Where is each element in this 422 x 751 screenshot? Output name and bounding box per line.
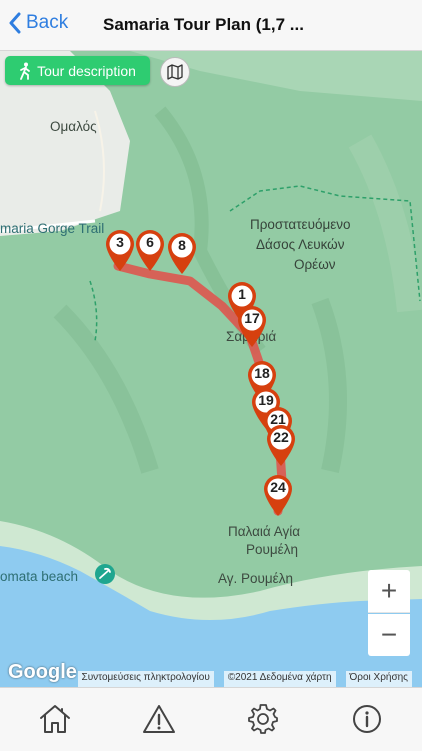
- hiker-icon: [20, 62, 30, 80]
- settings-gear-icon: [248, 704, 278, 734]
- place-label-beach: omata beach: [0, 569, 79, 584]
- place-label-protected-3: Ορέων: [294, 257, 336, 272]
- keyboard-shortcuts-link[interactable]: Συντομεύσεις πληκτρολογίου: [77, 671, 214, 687]
- map-attribution: Συντομεύσεις πληκτρολογίου ©2021 Δεδομέν…: [50, 671, 422, 687]
- tab-warnings[interactable]: [141, 701, 177, 737]
- map-type-button[interactable]: [160, 57, 190, 87]
- zoom-in-button[interactable]: +: [368, 570, 410, 613]
- home-icon: [40, 705, 70, 733]
- place-label-protected-1: Προστατευόμενο: [250, 217, 351, 232]
- warning-icon: [143, 705, 175, 733]
- route-marker-number: 18: [254, 365, 270, 381]
- route-marker-number: 22: [273, 429, 289, 445]
- place-label-agia-1: Παλαιά Αγία: [228, 524, 301, 539]
- route-marker[interactable]: 24: [262, 473, 294, 517]
- tour-description-button[interactable]: Tour description: [5, 56, 150, 85]
- chevron-left-icon: [9, 12, 21, 34]
- route-marker[interactable]: 17: [236, 304, 268, 348]
- back-button[interactable]: Back: [8, 12, 68, 34]
- place-label-omalos: Ομαλός: [50, 119, 97, 134]
- route-marker[interactable]: 22: [265, 423, 297, 467]
- tab-home[interactable]: [37, 701, 73, 737]
- zoom-out-button[interactable]: −: [368, 614, 410, 656]
- info-icon: [353, 705, 381, 733]
- tab-info[interactable]: [349, 701, 385, 737]
- route-marker-number: 17: [244, 310, 260, 326]
- place-label-agia-2: Ρουμέλη: [246, 542, 298, 557]
- map-view[interactable]: Tour description Ομαλός maria Gorge Trai…: [0, 51, 422, 687]
- route-marker-number: 8: [178, 237, 186, 253]
- route-marker[interactable]: 6: [134, 228, 166, 272]
- tour-description-label: Tour description: [37, 62, 136, 79]
- place-label-ag-roumeli: Αγ. Ρουμέλη: [218, 571, 293, 586]
- terms-link[interactable]: Όροι Χρήσης: [345, 671, 412, 687]
- map-background: [0, 51, 422, 687]
- folded-map-icon: [167, 64, 183, 80]
- bottom-tab-bar: [0, 687, 422, 751]
- place-label-trail: maria Gorge Trail: [0, 221, 105, 236]
- map-data-text: ©2021 Δεδομένα χάρτη: [223, 671, 336, 687]
- route-marker-number: 6: [146, 234, 154, 250]
- navigation-bar: Back Samaria Tour Plan (1,7 ...: [0, 0, 422, 51]
- page-title: Samaria Tour Plan (1,7 ...: [103, 15, 304, 34]
- route-marker-number: 3: [116, 234, 124, 250]
- tab-settings[interactable]: [245, 701, 281, 737]
- route-marker-number: 24: [270, 479, 286, 495]
- beach-poi-icon: [95, 564, 115, 584]
- route-marker[interactable]: 8: [166, 231, 198, 275]
- route-marker-number: 1: [238, 286, 246, 302]
- back-label: Back: [26, 12, 69, 33]
- place-label-protected-2: Δάσος Λευκών: [256, 237, 345, 252]
- route-marker[interactable]: 3: [104, 228, 136, 272]
